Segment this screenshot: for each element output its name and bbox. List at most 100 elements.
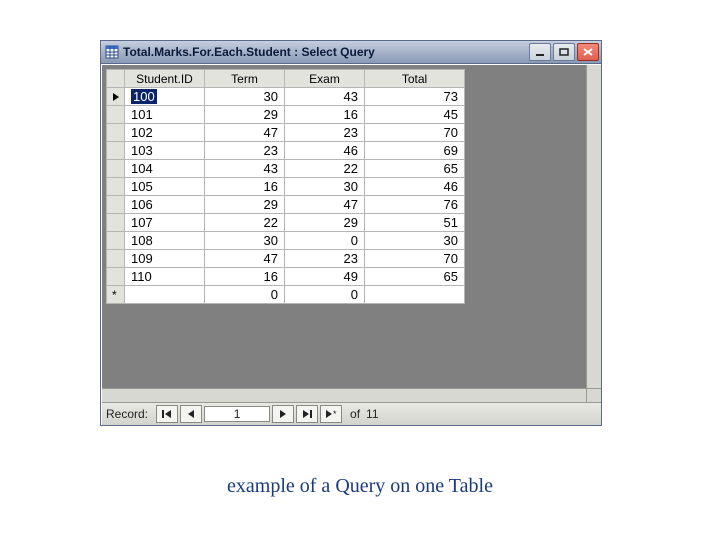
current-record-icon	[107, 92, 124, 102]
cell-exam[interactable]: 23	[285, 250, 365, 268]
select-all-corner[interactable]	[107, 70, 125, 88]
cell-student-id[interactable]: 102	[125, 124, 205, 142]
row-selector[interactable]	[107, 214, 125, 232]
cell-student-id[interactable]: 105	[125, 178, 205, 196]
cell-term[interactable]: 29	[205, 196, 285, 214]
cell-student-id[interactable]	[125, 286, 205, 304]
table-row[interactable]: 107222951	[107, 214, 465, 232]
cell-term[interactable]: 0	[205, 286, 285, 304]
cell-term[interactable]: 16	[205, 268, 285, 286]
vertical-scrollbar[interactable]	[586, 65, 601, 389]
row-selector[interactable]	[107, 160, 125, 178]
cell-student-id[interactable]: 108	[125, 232, 205, 250]
table-row[interactable]: 109472370	[107, 250, 465, 268]
next-record-button[interactable]	[272, 405, 294, 423]
cell-student-id[interactable]: 104	[125, 160, 205, 178]
cell-exam[interactable]: 16	[285, 106, 365, 124]
row-selector[interactable]	[107, 232, 125, 250]
cell-exam[interactable]: 29	[285, 214, 365, 232]
row-selector[interactable]	[107, 250, 125, 268]
cell-student-id[interactable]: 103	[125, 142, 205, 160]
client-area: Student.ID Term Exam Total 1003043731012…	[101, 64, 601, 425]
row-selector[interactable]	[107, 124, 125, 142]
record-navigator: Record: 1 * of 11	[102, 402, 601, 425]
cell-term[interactable]: 30	[205, 232, 285, 250]
figure-caption: example of a Query on one Table	[0, 475, 720, 498]
table-row[interactable]: 103234669	[107, 142, 465, 160]
first-record-button[interactable]	[156, 405, 178, 423]
cell-total[interactable]: 65	[365, 268, 465, 286]
maximize-button[interactable]	[553, 43, 575, 61]
row-selector[interactable]	[107, 142, 125, 160]
close-button[interactable]	[577, 43, 599, 61]
cell-total[interactable]: 46	[365, 178, 465, 196]
cell-term[interactable]: 22	[205, 214, 285, 232]
cell-term[interactable]: 47	[205, 124, 285, 142]
cell-exam[interactable]: 46	[285, 142, 365, 160]
cell-exam[interactable]: 30	[285, 178, 365, 196]
cell-term[interactable]: 43	[205, 160, 285, 178]
prev-record-button[interactable]	[180, 405, 202, 423]
cell-exam[interactable]: 49	[285, 268, 365, 286]
row-selector[interactable]	[107, 268, 125, 286]
col-header-student-id[interactable]: Student.ID	[125, 70, 205, 88]
cell-total[interactable]: 45	[365, 106, 465, 124]
col-header-term[interactable]: Term	[205, 70, 285, 88]
new-record-button[interactable]: *	[320, 405, 342, 423]
cell-exam[interactable]: 0	[285, 286, 365, 304]
table-row[interactable]: 104432265	[107, 160, 465, 178]
cell-total[interactable]: 51	[365, 214, 465, 232]
new-record-icon: *	[107, 290, 124, 300]
cell-term[interactable]: 30	[205, 88, 285, 106]
svg-text:*: *	[333, 410, 337, 418]
row-selector[interactable]	[107, 106, 125, 124]
cell-student-id[interactable]: 106	[125, 196, 205, 214]
cell-exam[interactable]: 23	[285, 124, 365, 142]
cell-total[interactable]: 70	[365, 124, 465, 142]
cell-term[interactable]: 29	[205, 106, 285, 124]
new-record-row[interactable]: * 00	[107, 286, 465, 304]
cell-term[interactable]: 23	[205, 142, 285, 160]
data-table[interactable]: Student.ID Term Exam Total 1003043731012…	[106, 69, 465, 304]
cell-student-id[interactable]: 100	[125, 88, 205, 106]
cell-exam[interactable]: 47	[285, 196, 365, 214]
cell-total[interactable]: 30	[365, 232, 465, 250]
col-header-total[interactable]: Total	[365, 70, 465, 88]
cell-term[interactable]: 47	[205, 250, 285, 268]
row-selector[interactable]	[107, 88, 125, 106]
record-number-input[interactable]: 1	[204, 406, 270, 422]
row-selector[interactable]	[107, 178, 125, 196]
col-header-exam[interactable]: Exam	[285, 70, 365, 88]
cell-total[interactable]: 73	[365, 88, 465, 106]
table-row[interactable]: 10830030	[107, 232, 465, 250]
query-window: Total.Marks.For.Each.Student : Select Qu…	[100, 40, 602, 426]
cell-exam[interactable]: 43	[285, 88, 365, 106]
resize-grip-icon[interactable]	[586, 388, 601, 403]
cell-exam[interactable]: 0	[285, 232, 365, 250]
cell-total[interactable]: 69	[365, 142, 465, 160]
datasheet-grid: Student.ID Term Exam Total 1003043731012…	[102, 65, 601, 304]
table-row[interactable]: 102472370	[107, 124, 465, 142]
horizontal-scrollbar[interactable]	[102, 388, 587, 403]
table-row[interactable]: 106294776	[107, 196, 465, 214]
cell-total[interactable]: 70	[365, 250, 465, 268]
window-title: Total.Marks.For.Each.Student : Select Qu…	[123, 45, 529, 59]
cell-student-id[interactable]: 107	[125, 214, 205, 232]
table-row[interactable]: 110164965	[107, 268, 465, 286]
minimize-button[interactable]	[529, 43, 551, 61]
cell-term[interactable]: 16	[205, 178, 285, 196]
cell-exam[interactable]: 22	[285, 160, 365, 178]
table-row[interactable]: 101291645	[107, 106, 465, 124]
last-record-button[interactable]	[296, 405, 318, 423]
row-selector[interactable]	[107, 196, 125, 214]
table-row[interactable]: 105163046	[107, 178, 465, 196]
row-selector[interactable]: *	[107, 286, 125, 304]
cell-student-id[interactable]: 109	[125, 250, 205, 268]
cell-total[interactable]: 76	[365, 196, 465, 214]
table-row[interactable]: 100304373	[107, 88, 465, 106]
titlebar[interactable]: Total.Marks.For.Each.Student : Select Qu…	[101, 41, 601, 64]
cell-total[interactable]	[365, 286, 465, 304]
cell-total[interactable]: 65	[365, 160, 465, 178]
cell-student-id[interactable]: 110	[125, 268, 205, 286]
cell-student-id[interactable]: 101	[125, 106, 205, 124]
